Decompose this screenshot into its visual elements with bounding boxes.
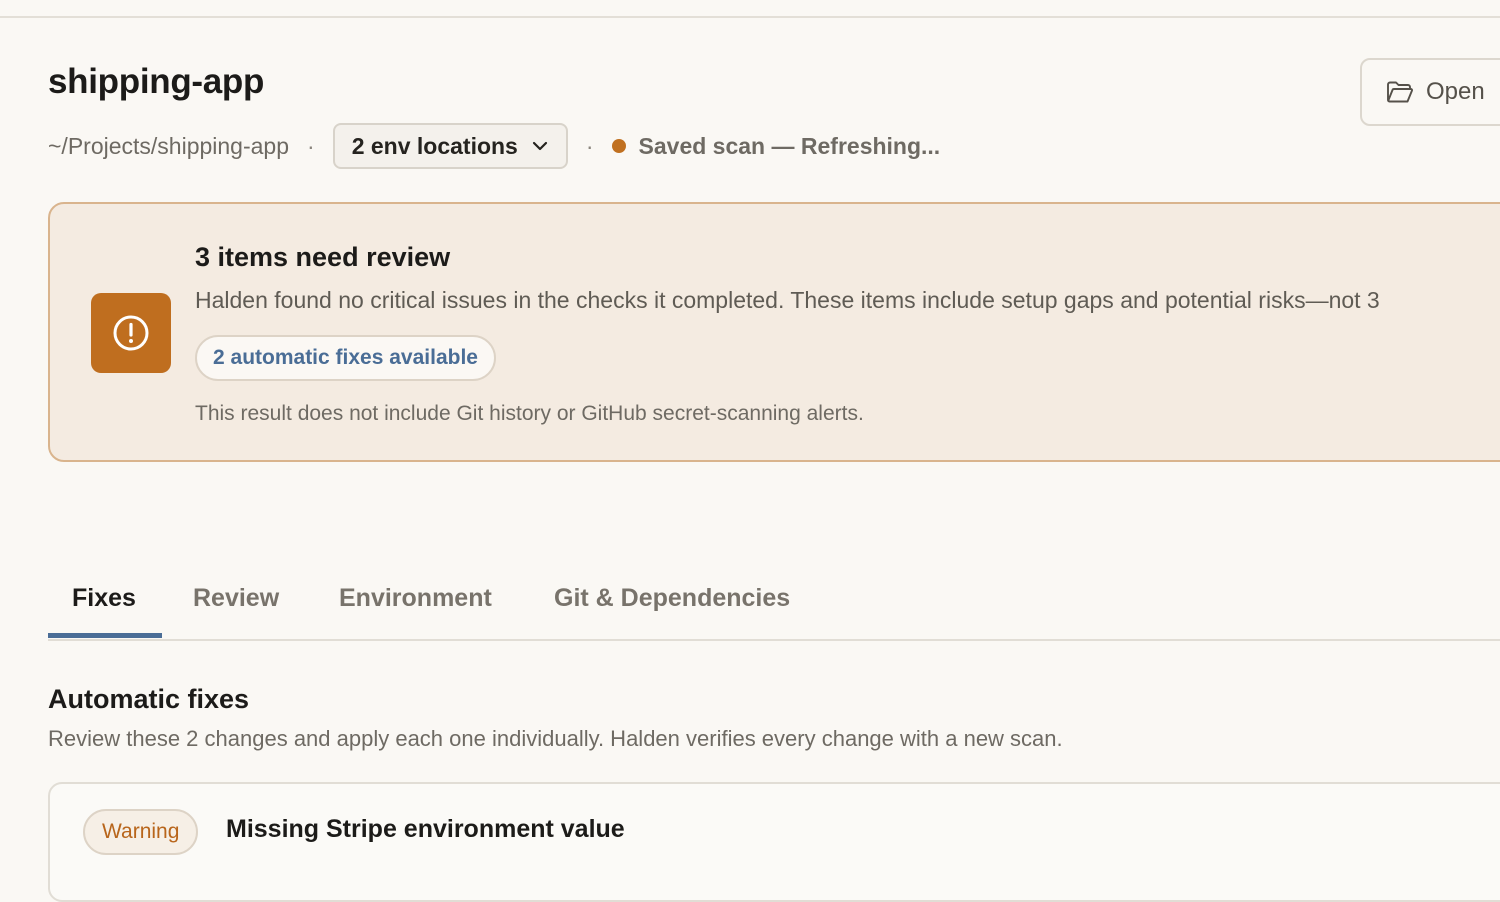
automatic-fixes-pill[interactable]: 2 automatic fixes available (195, 335, 496, 381)
review-card-title: 3 items need review (195, 242, 451, 272)
fix-item-card[interactable]: Warning Missing Stripe environment value (48, 782, 1500, 902)
review-card-note: This result does not include Git history… (195, 402, 864, 425)
separator-dot: · (585, 132, 594, 159)
tab-bar: Fixes Review Environment Git & Dependenc… (48, 570, 1500, 641)
tab-environment[interactable]: Environment (339, 584, 492, 613)
separator-dot: · (307, 132, 315, 159)
active-tab-indicator (48, 633, 162, 638)
project-meta-row: ~/Projects/shipping-app · 2 env location… (48, 122, 940, 170)
chevron-down-icon (532, 141, 548, 151)
alert-circle-icon (91, 293, 171, 373)
page-title: shipping-app (48, 62, 265, 101)
section-title: Automatic fixes (48, 684, 250, 714)
env-locations-label: 2 env locations (351, 132, 518, 159)
project-path: ~/Projects/shipping-app (48, 132, 290, 159)
open-button-label: Open (1426, 78, 1485, 105)
fix-item-title: Missing Stripe environment value (226, 815, 625, 843)
tab-fixes[interactable]: Fixes (72, 584, 136, 613)
top-divider (0, 16, 1500, 18)
folder-open-icon (1386, 80, 1414, 104)
open-button[interactable]: Open (1360, 58, 1500, 126)
severity-badge: Warning (83, 809, 199, 855)
tab-review[interactable]: Review (193, 584, 279, 613)
section-description: Review these 2 changes and apply each on… (48, 726, 1063, 751)
review-summary-card: 3 items need review Halden found no crit… (48, 202, 1500, 462)
status-indicator-dot (611, 139, 626, 153)
review-card-description: Halden found no critical issues in the c… (195, 287, 1380, 313)
tab-git-dependencies[interactable]: Git & Dependencies (554, 584, 790, 613)
env-locations-dropdown[interactable]: 2 env locations (332, 123, 568, 169)
scan-status-text: Saved scan — Refreshing... (638, 132, 941, 159)
